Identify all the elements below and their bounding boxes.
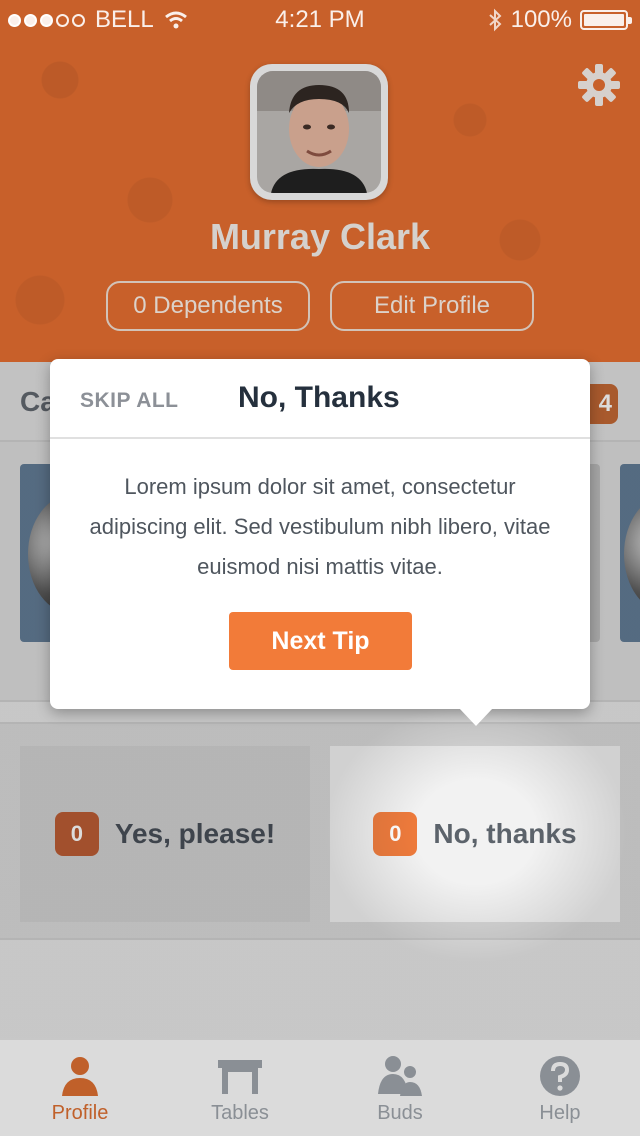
yes-count-badge: 0 xyxy=(54,812,99,856)
tab-profile[interactable]: Profile xyxy=(0,1040,160,1136)
settings-gear-icon[interactable] xyxy=(576,62,622,108)
help-icon xyxy=(540,1056,580,1096)
tab-tables[interactable]: Tables xyxy=(160,1040,320,1136)
choice-row: 0 Yes, please! 0 No, thanks xyxy=(0,722,640,940)
tab-label: Profile xyxy=(51,1102,109,1124)
buddies-icon xyxy=(378,1056,422,1096)
yes-label: Yes, please! xyxy=(114,818,276,849)
status-right: 100% xyxy=(487,6,632,34)
battery-icon xyxy=(580,10,632,30)
person-icon xyxy=(62,1057,98,1096)
tip-pointer xyxy=(459,708,493,726)
edit-profile-button[interactable]: Edit Profile xyxy=(330,281,534,331)
skip-all-button[interactable]: SKIP ALL xyxy=(80,389,179,413)
tip-header: SKIP ALL No, Thanks xyxy=(50,359,590,439)
tab-buds[interactable]: Buds xyxy=(320,1040,480,1136)
battery-percent: 100% xyxy=(510,6,572,33)
status-bar: BELL 4:21 PM 100% xyxy=(0,0,640,40)
tab-label: Buds xyxy=(377,1102,423,1124)
tab-help[interactable]: Help xyxy=(480,1040,640,1136)
no-thanks-choice[interactable]: 0 No, thanks xyxy=(330,746,620,922)
tip-popup: SKIP ALL No, Thanks Lorem ipsum dolor si… xyxy=(50,359,590,709)
no-count-badge: 0 xyxy=(373,812,418,856)
avatar[interactable] xyxy=(250,64,388,200)
no-label: No, thanks xyxy=(433,818,577,849)
tab-label: Tables xyxy=(211,1102,269,1124)
avatar-photo xyxy=(257,71,381,193)
tip-title: No, Thanks xyxy=(238,381,400,414)
user-name: Murray Clark xyxy=(209,216,431,257)
yes-please-choice[interactable]: 0 Yes, please! xyxy=(20,746,310,922)
thumbnail-card[interactable] xyxy=(620,464,640,642)
dependents-button[interactable]: 0 Dependents xyxy=(106,281,310,331)
tip-body-text: Lorem ipsum dolor sit amet, consectetur … xyxy=(89,474,551,579)
bluetooth-icon xyxy=(488,8,502,32)
table-icon xyxy=(218,1060,262,1094)
tab-label: Help xyxy=(539,1102,581,1124)
profile-header: BELL 4:21 PM 100% Murray Clark 0 Depende… xyxy=(0,0,640,362)
next-tip-button[interactable]: Next Tip xyxy=(229,612,412,670)
tab-bar: Profile Tables Buds Help xyxy=(0,1038,640,1136)
